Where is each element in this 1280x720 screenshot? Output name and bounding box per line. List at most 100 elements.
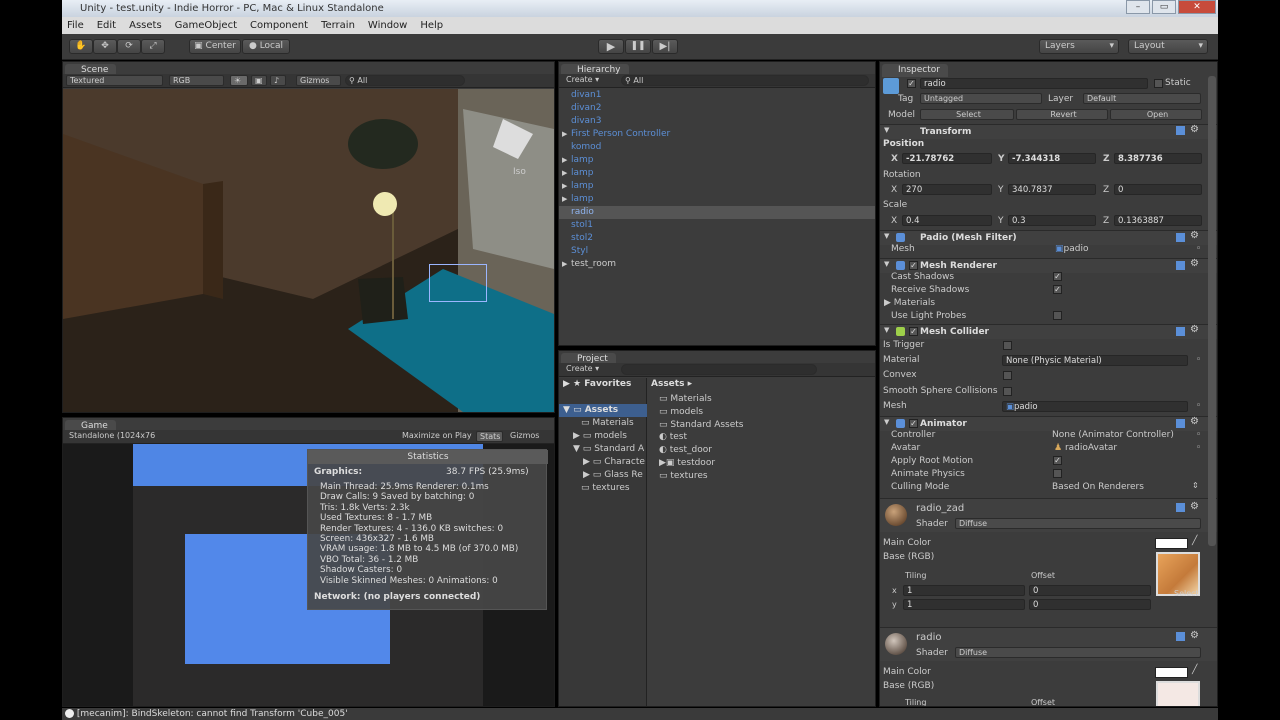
smooth-collisions-checkbox[interactable] bbox=[1003, 387, 1012, 396]
hierarchy-item-selected[interactable]: radio bbox=[571, 206, 594, 219]
expand-arrow-icon[interactable]: ▼ bbox=[884, 260, 889, 268]
layers-dropdown[interactable]: Layers ▾ bbox=[1039, 39, 1119, 54]
shader-dropdown[interactable]: Diffuse bbox=[955, 647, 1201, 658]
expand-arrow-icon[interactable]: ▶ bbox=[562, 193, 567, 206]
folder-item[interactable]: ▭ Materials bbox=[581, 418, 634, 428]
play-button[interactable]: ▶ bbox=[598, 39, 624, 54]
folder-item[interactable]: ▶ ▭ Characte bbox=[583, 457, 645, 467]
menu-assets[interactable]: Assets bbox=[129, 17, 162, 34]
animate-physics-checkbox[interactable] bbox=[1053, 469, 1062, 478]
physic-material-field[interactable]: None (Physic Material) bbox=[1002, 355, 1188, 366]
expand-arrow-icon[interactable]: ▶ bbox=[562, 154, 567, 167]
menu-file[interactable]: File bbox=[67, 17, 84, 34]
object-picker-icon[interactable]: ◦ bbox=[1196, 355, 1201, 365]
cast-shadows-checkbox[interactable]: ✓ bbox=[1053, 272, 1062, 281]
expand-arrow-icon[interactable]: ▼ bbox=[884, 232, 889, 240]
close-button[interactable]: ✕ bbox=[1178, 0, 1216, 14]
mesh-collider-enabled-checkbox[interactable]: ✓ bbox=[909, 327, 918, 336]
hierarchy-item[interactable]: divan3 bbox=[571, 115, 602, 128]
texture-thumbnail[interactable] bbox=[1156, 681, 1200, 706]
menu-component[interactable]: Component bbox=[250, 17, 308, 34]
expand-arrow-icon[interactable]: ▶ bbox=[562, 128, 567, 141]
inspector-scrollbar[interactable] bbox=[1208, 76, 1216, 546]
gizmos-dropdown[interactable]: Gizmos bbox=[507, 431, 552, 442]
hierarchy-item[interactable]: stol2 bbox=[571, 232, 593, 245]
audio-toggle[interactable]: ♪ bbox=[270, 75, 286, 86]
move-tool-button[interactable]: ✥ bbox=[93, 39, 117, 54]
help-book-icon[interactable] bbox=[1176, 261, 1185, 270]
pivot-center-button[interactable]: ▣ Center bbox=[189, 39, 241, 54]
help-book-icon[interactable] bbox=[1176, 126, 1185, 135]
shader-dropdown[interactable]: Diffuse bbox=[955, 518, 1201, 529]
materials-foldout[interactable]: ▶ Materials bbox=[884, 298, 935, 308]
hierarchy-item[interactable]: Styl bbox=[571, 245, 588, 258]
gear-icon[interactable]: ⚙ bbox=[1190, 630, 1199, 641]
favorites-section[interactable]: ▶ ★ Favorites bbox=[563, 379, 631, 389]
tiling-y-field[interactable]: 1 bbox=[903, 599, 1025, 610]
layer-dropdown[interactable]: Default bbox=[1083, 93, 1201, 104]
object-picker-icon[interactable]: ◦ bbox=[1196, 430, 1201, 440]
hierarchy-item[interactable]: lamp bbox=[571, 180, 594, 193]
gear-icon[interactable]: ⚙ bbox=[1190, 124, 1199, 135]
model-revert-button[interactable]: Revert bbox=[1016, 109, 1108, 120]
mesh-renderer-header[interactable]: Mesh Renderer bbox=[880, 258, 1217, 273]
folder-item[interactable]: ▼ ▭ Standard A bbox=[573, 444, 644, 454]
step-button[interactable]: ▶| bbox=[652, 39, 678, 54]
minimize-button[interactable]: – bbox=[1126, 0, 1150, 14]
gear-icon[interactable]: ⚙ bbox=[1190, 324, 1199, 335]
model-select-button[interactable]: Select bbox=[920, 109, 1014, 120]
mesh-value[interactable]: ▣padio bbox=[1055, 244, 1088, 254]
rotation-z-field[interactable]: 0 bbox=[1114, 184, 1202, 195]
gizmos-dropdown[interactable]: Gizmos bbox=[296, 75, 341, 86]
position-y-field[interactable]: -7.344318 bbox=[1008, 153, 1096, 164]
scale-x-field[interactable]: 0.4 bbox=[902, 215, 992, 226]
image-toggle[interactable]: ▣ bbox=[251, 75, 267, 86]
gear-icon[interactable]: ⚙ bbox=[1190, 416, 1199, 427]
create-dropdown[interactable]: Create ▾ bbox=[563, 75, 605, 86]
offset-x-field[interactable]: 0 bbox=[1029, 585, 1151, 596]
folder-item[interactable]: ▭ textures bbox=[581, 483, 630, 493]
file-item[interactable]: ▭ Standard Assets bbox=[659, 419, 744, 432]
hand-tool-button[interactable]: ✋ bbox=[69, 39, 93, 54]
object-picker-icon[interactable]: ◦ bbox=[1196, 244, 1201, 254]
active-checkbox[interactable]: ✓ bbox=[907, 79, 916, 88]
hierarchy-item[interactable]: divan1 bbox=[571, 89, 602, 102]
gameobject-name-input[interactable]: radio bbox=[920, 78, 1148, 89]
pause-button[interactable]: ❚❚ bbox=[625, 39, 651, 54]
controller-value[interactable]: None (Animator Controller) bbox=[1052, 430, 1174, 440]
tag-dropdown[interactable]: Untagged bbox=[920, 93, 1042, 104]
menu-terrain[interactable]: Terrain bbox=[321, 17, 355, 34]
animator-enabled-checkbox[interactable]: ✓ bbox=[909, 419, 918, 428]
menu-gameobject[interactable]: GameObject bbox=[175, 17, 237, 34]
hierarchy-item[interactable]: lamp bbox=[571, 154, 594, 167]
help-book-icon[interactable] bbox=[1176, 503, 1185, 512]
scale-z-field[interactable]: 0.1363887 bbox=[1114, 215, 1202, 226]
scene-viewport[interactable]: Iso bbox=[63, 89, 554, 412]
project-breadcrumb[interactable]: Assets ▸ bbox=[651, 379, 692, 389]
is-trigger-checkbox[interactable] bbox=[1003, 341, 1012, 350]
apply-root-motion-checkbox[interactable]: ✓ bbox=[1053, 456, 1062, 465]
scale-tool-button[interactable]: ⤢ bbox=[141, 39, 165, 54]
color-mode-dropdown[interactable]: RGB bbox=[169, 75, 224, 86]
eyedropper-icon[interactable]: ╱ bbox=[1192, 536, 1197, 546]
maximize-button[interactable]: ▭ bbox=[1152, 0, 1176, 14]
rotation-x-field[interactable]: 270 bbox=[902, 184, 992, 195]
hierarchy-search-input[interactable]: ⚲ All bbox=[621, 75, 869, 86]
texture-select-button[interactable]: Select bbox=[1174, 589, 1199, 598]
help-book-icon[interactable] bbox=[1176, 327, 1185, 336]
convex-checkbox[interactable] bbox=[1003, 371, 1012, 380]
scale-y-field[interactable]: 0.3 bbox=[1008, 215, 1096, 226]
animator-header[interactable]: Animator bbox=[880, 416, 1217, 431]
gear-icon[interactable]: ⚙ bbox=[1190, 258, 1199, 269]
object-picker-icon[interactable]: ◦ bbox=[1196, 401, 1201, 411]
help-book-icon[interactable] bbox=[1176, 419, 1185, 428]
static-checkbox[interactable] bbox=[1154, 79, 1163, 88]
expand-arrow-icon[interactable]: ▶ bbox=[562, 258, 567, 271]
hierarchy-item[interactable]: stol1 bbox=[571, 219, 593, 232]
gear-icon[interactable]: ⚙ bbox=[1190, 501, 1199, 512]
expand-arrow-icon[interactable]: ▼ bbox=[884, 126, 889, 134]
file-item[interactable]: ▭ Materials bbox=[659, 393, 744, 406]
help-book-icon[interactable] bbox=[1176, 632, 1185, 641]
menu-window[interactable]: Window bbox=[368, 17, 407, 34]
assets-folder[interactable]: ▼ ▭ Assets bbox=[563, 405, 618, 415]
